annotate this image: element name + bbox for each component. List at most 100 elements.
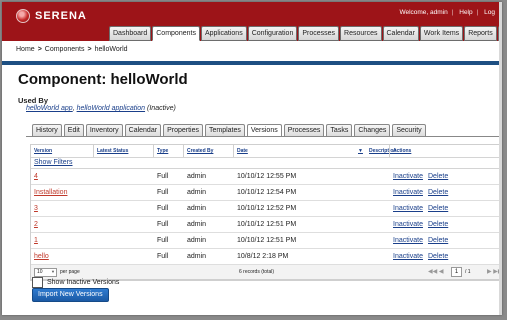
column-separator (233, 145, 234, 157)
header-bar: SERENA Welcome, admin | Help | Log Dashboa… (2, 2, 502, 41)
type-cell: Full (157, 221, 169, 228)
page-title: Component: helloWorld (18, 71, 188, 88)
logo-icon (16, 9, 30, 23)
logout-link[interactable]: Log (484, 9, 495, 16)
table-row: 3 Full admin 10/10/12 12:52 PM Inactivat… (31, 201, 502, 217)
created-by-cell: admin (187, 205, 207, 212)
serena-logo: SERENA (16, 9, 87, 23)
separator: | (476, 9, 479, 16)
scrollbar[interactable] (499, 2, 502, 315)
created-by-cell: admin (187, 173, 207, 180)
date-cell: 10/10/12 12:55 PM (237, 173, 297, 180)
col-latest-status[interactable]: Latest Status (97, 148, 128, 154)
nav-tab-calendar[interactable]: Calendar (382, 26, 419, 41)
per-page-label: per page (60, 269, 80, 275)
help-link[interactable]: Help (459, 9, 472, 16)
type-cell: Full (157, 205, 169, 212)
column-separator (153, 145, 154, 157)
type-cell: Full (157, 173, 169, 180)
col-actions: Actions (393, 148, 412, 154)
version-link[interactable]: 1 (34, 237, 38, 244)
top-links: Welcome, admin | Help | Log (396, 9, 498, 16)
sort-desc-icon[interactable]: ▼ (358, 148, 363, 154)
date-cell: 10/10/12 12:51 PM (237, 237, 297, 244)
col-version[interactable]: Version (34, 148, 52, 154)
import-versions-button[interactable]: Import New Versions (32, 288, 109, 302)
created-by-cell: admin (187, 189, 207, 196)
delete-link[interactable]: Delete (428, 221, 448, 228)
breadcrumb-separator: > (87, 46, 92, 53)
breadcrumb-bar: Home > Components > helloWorld (2, 41, 502, 65)
column-separator (93, 145, 94, 157)
records-count: 6 records (total) (239, 269, 275, 275)
delete-link[interactable]: Delete (428, 253, 448, 260)
inactivate-link[interactable]: Inactivate (393, 173, 423, 180)
breadcrumb-home[interactable]: Home (16, 46, 35, 53)
created-by-cell: admin (187, 237, 207, 244)
column-separator (389, 145, 390, 157)
show-inactive-label: Show Inactive Versions (47, 279, 120, 286)
table-row: 4 Full admin 10/10/12 12:55 PM Inactivat… (31, 169, 502, 185)
inactivate-link[interactable]: Inactivate (393, 189, 423, 196)
nav-tab-processes[interactable]: Processes (298, 26, 340, 41)
nav-tab-applications[interactable]: Applications (200, 26, 247, 41)
delete-link[interactable]: Delete (428, 237, 448, 244)
welcome-text: Welcome, admin (399, 9, 448, 16)
nav-tab-components[interactable]: Components (152, 26, 200, 41)
nav-tab-work-items[interactable]: Work Items (419, 26, 464, 41)
table-row: hello Full admin 10/8/12 2:18 PM Inactiv… (31, 249, 502, 265)
main-nav: Dashboard Components Applications Config… (109, 26, 502, 41)
delete-link[interactable]: Delete (428, 173, 448, 180)
show-filters-link[interactable]: Show Filters (34, 159, 73, 166)
nav-tab-resources[interactable]: Resources (340, 26, 382, 41)
nav-tab-dashboard[interactable]: Dashboard (109, 26, 152, 41)
app-frame: SERENA Welcome, admin | Help | Log Dashboa… (2, 2, 502, 315)
page-size-select[interactable]: 10 ▼ (34, 268, 57, 277)
date-cell: 10/8/12 2:18 PM (237, 253, 289, 260)
filters-row: Show Filters (31, 158, 502, 169)
tabs-underline (26, 136, 502, 137)
date-cell: 10/10/12 12:54 PM (237, 189, 297, 196)
nav-tab-configuration[interactable]: Configuration (247, 26, 298, 41)
used-by-link-application[interactable]: helloWorld application (77, 105, 145, 112)
breadcrumb-components[interactable]: Components (45, 46, 85, 53)
breadcrumb: Home > Components > helloWorld (16, 46, 128, 53)
page-of-label: / 1 (465, 269, 471, 275)
versions-table: Version Latest Status Type Created By Da… (30, 144, 502, 281)
inactivate-link[interactable]: Inactivate (393, 237, 423, 244)
created-by-cell: admin (187, 253, 207, 260)
col-type[interactable]: Type (157, 148, 168, 154)
version-link[interactable]: Installation (34, 189, 67, 196)
page-number-input[interactable]: 1 (451, 267, 462, 277)
used-by-link-app[interactable]: helloWorld app (26, 105, 73, 112)
created-by-cell: admin (187, 221, 207, 228)
inactivate-link[interactable]: Inactivate (393, 221, 423, 228)
version-link[interactable]: 4 (34, 173, 38, 180)
first-prev-page-icon[interactable]: ◀◀ ◀ (428, 268, 444, 275)
column-separator (183, 145, 184, 157)
table-header: Version Latest Status Type Created By Da… (31, 145, 502, 158)
version-link[interactable]: 3 (34, 205, 38, 212)
date-cell: 10/10/12 12:51 PM (237, 221, 297, 228)
logo-text: SERENA (35, 10, 87, 22)
type-cell: Full (157, 189, 169, 196)
used-by-label: Used By (18, 96, 49, 105)
breadcrumb-separator: > (37, 46, 42, 53)
chevron-down-icon: ▼ (51, 269, 55, 274)
inactivate-link[interactable]: Inactivate (393, 253, 423, 260)
delete-link[interactable]: Delete (428, 189, 448, 196)
table-row: 2 Full admin 10/10/12 12:51 PM Inactivat… (31, 217, 502, 233)
show-inactive-checkbox[interactable] (32, 277, 43, 288)
date-cell: 10/10/12 12:52 PM (237, 205, 297, 212)
type-cell: Full (157, 253, 169, 260)
separator: | (451, 9, 454, 16)
show-inactive-row: Show Inactive Versions (32, 277, 119, 288)
version-link[interactable]: hello (34, 253, 49, 260)
delete-link[interactable]: Delete (428, 205, 448, 212)
col-date[interactable]: Date (237, 148, 248, 154)
nav-tab-reports[interactable]: Reports (464, 26, 497, 41)
version-link[interactable]: 2 (34, 221, 38, 228)
type-cell: Full (157, 237, 169, 244)
inactivate-link[interactable]: Inactivate (393, 205, 423, 212)
col-created-by[interactable]: Created By (187, 148, 213, 154)
